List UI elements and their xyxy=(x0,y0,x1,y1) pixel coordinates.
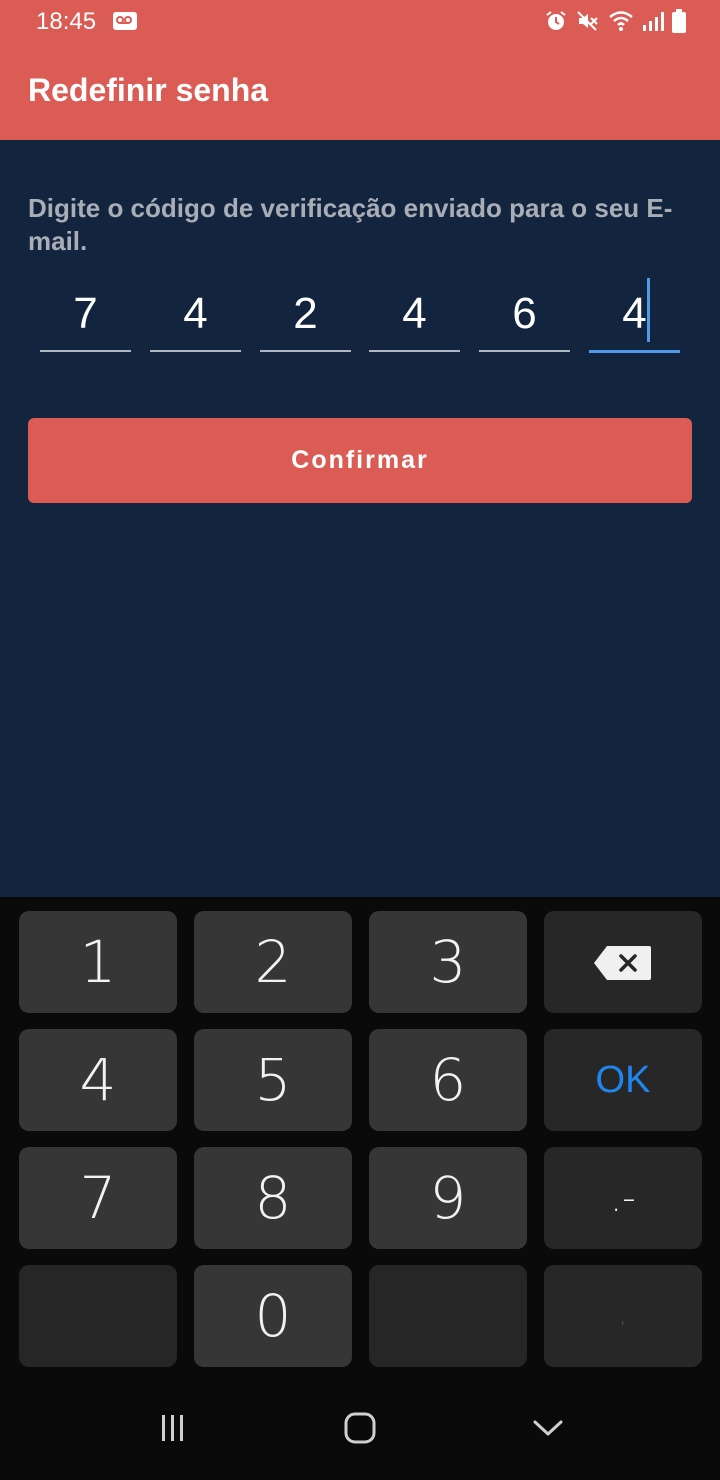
signal-icon xyxy=(642,9,664,33)
verification-code-input[interactable]: 7 4 2 4 6 4 xyxy=(40,278,680,353)
voicemail-icon xyxy=(113,12,137,30)
code-digit-1[interactable]: 7 xyxy=(40,282,131,352)
text-cursor xyxy=(647,278,650,342)
recent-apps-icon[interactable] xyxy=(143,1398,203,1458)
backspace-key[interactable] xyxy=(544,911,702,1013)
alarm-icon xyxy=(544,9,568,33)
confirm-button[interactable]: Confirmar xyxy=(28,418,692,503)
key-8[interactable]: 8 xyxy=(194,1147,352,1249)
dot-dash-key[interactable]: .- xyxy=(544,1147,702,1249)
navigation-bar xyxy=(0,1380,720,1480)
wifi-icon xyxy=(608,9,634,33)
page-title: Redefinir senha xyxy=(28,72,269,108)
battery-icon xyxy=(672,9,686,33)
blank-key-left xyxy=(19,1265,177,1367)
instruction-text: Digite o código de verificação enviado p… xyxy=(28,193,673,256)
key-1[interactable]: 1 xyxy=(19,911,177,1013)
backspace-icon xyxy=(593,928,653,996)
ok-key[interactable]: OK xyxy=(544,1029,702,1131)
key-5[interactable]: 5 xyxy=(194,1029,352,1131)
key-2[interactable]: 2 xyxy=(194,911,352,1013)
code-digit-5[interactable]: 6 xyxy=(479,282,570,352)
key-7[interactable]: 7 xyxy=(19,1147,177,1249)
home-icon[interactable] xyxy=(330,1398,390,1458)
key-0[interactable]: 0 xyxy=(194,1265,352,1367)
code-digit-3[interactable]: 2 xyxy=(260,282,351,352)
numeric-keyboard: 1 2 3 4 5 6 OK 7 8 9 .- 0 , xyxy=(0,897,720,1480)
key-6[interactable]: 6 xyxy=(369,1029,527,1131)
mute-icon xyxy=(576,9,600,33)
key-3[interactable]: 3 xyxy=(369,911,527,1013)
code-digit-6[interactable]: 4 xyxy=(589,282,680,353)
app-header: 18:45 Redefinir senha xyxy=(0,0,720,140)
code-digit-2[interactable]: 4 xyxy=(150,282,241,352)
blank-key-right xyxy=(369,1265,527,1367)
comma-key[interactable]: , xyxy=(544,1265,702,1367)
key-9[interactable]: 9 xyxy=(369,1147,527,1249)
code-digit-4[interactable]: 4 xyxy=(369,282,460,352)
status-bar: 18:45 xyxy=(0,0,720,44)
key-4[interactable]: 4 xyxy=(19,1029,177,1131)
status-time: 18:45 xyxy=(36,8,97,35)
back-icon[interactable] xyxy=(518,1398,578,1458)
